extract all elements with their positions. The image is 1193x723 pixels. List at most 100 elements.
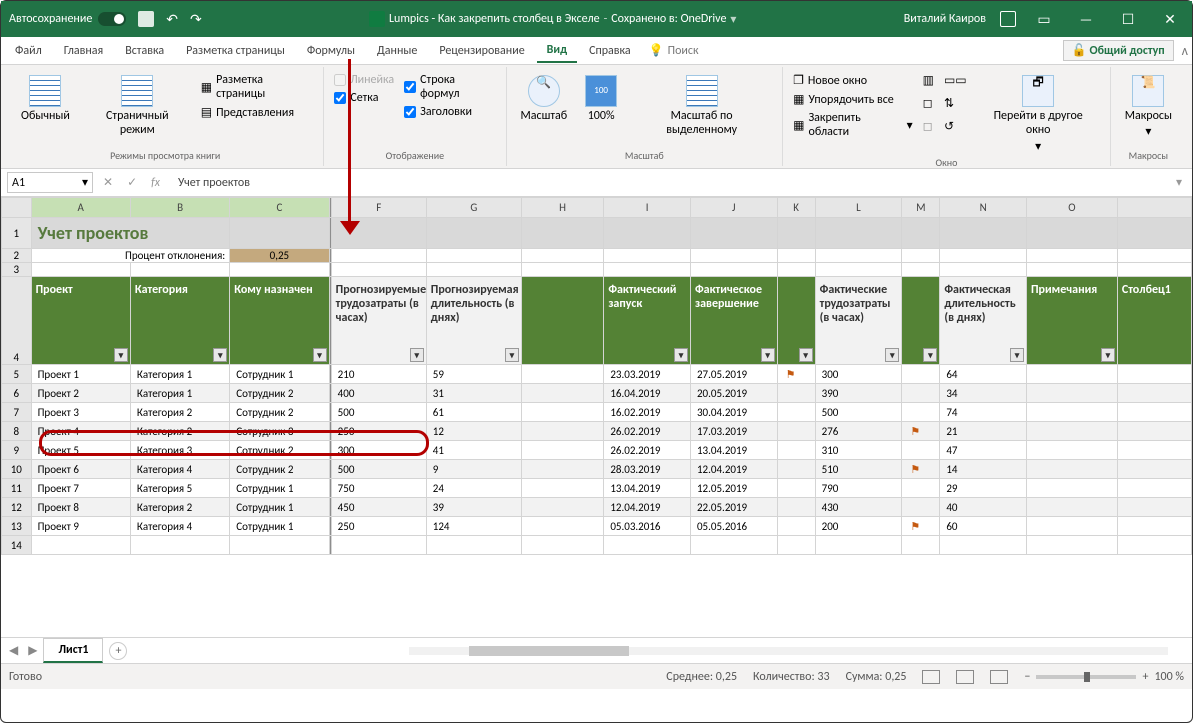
row-header-8[interactable]: 8 (2, 422, 32, 441)
col-header-G[interactable]: G (426, 198, 521, 218)
filter-icon[interactable]: ▾ (761, 348, 775, 362)
row-header-2[interactable]: 2 (2, 249, 32, 263)
row-header-4[interactable]: 4 (2, 277, 32, 365)
user-name[interactable]: Виталий Каиров (904, 12, 986, 26)
filter-icon[interactable]: ▾ (674, 348, 688, 362)
table-row[interactable]: 10Проект 6Категория 4Сотрудник 2500928.0… (2, 460, 1192, 479)
col-header-M[interactable]: M (902, 198, 940, 218)
sync-scroll-icon[interactable]: ⇅ (944, 96, 967, 111)
reset-pos-icon[interactable]: ↺ (944, 119, 967, 134)
share-button[interactable]: 🔓 Общий доступ (1063, 40, 1174, 61)
freeze-panes-button[interactable]: ▦Закрепить области▾ (793, 111, 912, 139)
row-header-6[interactable]: 6 (2, 384, 32, 403)
custom-views-button[interactable]: ▤Представления (201, 105, 314, 120)
tab-data[interactable]: Данные (367, 40, 427, 62)
tab-nav-prev-icon[interactable]: ◀ (5, 643, 22, 658)
spreadsheet[interactable]: A B C F G H I J K L M N O 1 Учет проекто… (1, 197, 1192, 637)
col-header-B[interactable]: B (130, 198, 229, 218)
title-cell[interactable]: Учет проектов (31, 218, 230, 249)
tab-review[interactable]: Рецензирование (429, 40, 534, 62)
zoom-in-button[interactable]: + (1142, 670, 1148, 684)
filter-icon[interactable]: ▾ (410, 348, 424, 362)
view-layout-icon[interactable] (956, 670, 974, 684)
ruler-checkbox[interactable] (334, 74, 346, 86)
row-header-3[interactable]: 3 (2, 263, 32, 277)
row-header-12[interactable]: 12 (2, 498, 32, 517)
view-pagebreak-icon[interactable] (990, 670, 1008, 684)
col-header-I[interactable]: I (604, 198, 691, 218)
formula-input[interactable]: Учет проектов (170, 176, 1166, 190)
h-scrollbar[interactable] (129, 643, 1188, 659)
zoom-value[interactable]: 100 % (1154, 670, 1184, 684)
col-header-N[interactable]: N (940, 198, 1027, 218)
ribbon-opts-icon[interactable]: ▭ (1030, 7, 1058, 31)
collapse-ribbon-icon[interactable]: ʌ (1182, 42, 1188, 59)
split-icon[interactable]: ▥ (923, 73, 934, 88)
zoom-button[interactable]: 🔍Масштаб (517, 73, 572, 125)
search-box[interactable]: 💡Поиск (649, 43, 699, 58)
add-sheet-button[interactable]: + (109, 642, 127, 660)
page-break-button[interactable]: Страничный режим (84, 73, 191, 140)
col-header-J[interactable]: J (690, 198, 777, 218)
tab-view[interactable]: Вид (537, 39, 577, 63)
col-header-A[interactable]: A (31, 198, 130, 218)
filter-icon[interactable]: ▾ (885, 348, 899, 362)
col-header-C[interactable]: C (230, 198, 329, 218)
pagelayout-view-button[interactable]: ▦Разметка страницы (201, 73, 314, 101)
table-row[interactable]: 12Проект 8Категория 2Сотрудник 14503912.… (2, 498, 1192, 517)
filter-icon[interactable]: ▾ (213, 348, 227, 362)
row-header-11[interactable]: 11 (2, 479, 32, 498)
arrange-button[interactable]: ▦Упорядочить все (793, 92, 912, 107)
filter-icon[interactable]: ▾ (1010, 348, 1024, 362)
filter-icon[interactable]: ▾ (505, 348, 519, 362)
filter-icon[interactable]: ▾ (313, 348, 327, 362)
sheet-tab-1[interactable]: Лист1 (43, 638, 103, 663)
tab-help[interactable]: Справка (579, 40, 641, 62)
zoom-100-button[interactable]: 100100% (581, 73, 621, 125)
grid-checkbox[interactable] (334, 92, 346, 104)
col-header-F[interactable]: F (331, 198, 426, 218)
view-normal-icon[interactable] (922, 670, 940, 684)
col-header-O[interactable]: O (1027, 198, 1118, 218)
tab-formulas[interactable]: Формулы (297, 40, 365, 62)
max-button[interactable]: ☐ (1114, 7, 1142, 31)
new-window-button[interactable]: ❐Новое окно (793, 73, 912, 88)
undo-icon[interactable]: ↶ (166, 11, 178, 28)
col-header-L[interactable]: L (815, 198, 902, 218)
normal-view-button[interactable]: Обычный (17, 73, 74, 125)
filter-icon[interactable]: ▾ (1101, 348, 1115, 362)
filter-icon[interactable]: ▾ (799, 348, 813, 362)
table-row[interactable]: 7Проект 3Категория 2Сотрудник 25006116.0… (2, 403, 1192, 422)
col-header-H[interactable]: H (521, 198, 603, 218)
row-header-1[interactable]: 1 (2, 218, 32, 249)
table-row[interactable]: 13Проект 9Категория 4Сотрудник 125012405… (2, 517, 1192, 536)
tab-nav-next-icon[interactable]: ▶ (24, 643, 41, 658)
zoom-selection-button[interactable]: Масштаб по выделенному (631, 73, 772, 140)
table-row[interactable]: 11Проект 7Категория 5Сотрудник 17502413.… (2, 479, 1192, 498)
zoom-slider[interactable] (1036, 675, 1136, 679)
row-header-10[interactable]: 10 (2, 460, 32, 479)
headings-checkbox[interactable] (404, 106, 416, 118)
pct-value[interactable]: 0,25 (230, 249, 329, 263)
row-header-14[interactable]: 14 (2, 536, 32, 555)
tab-home[interactable]: Главная (54, 40, 113, 62)
macros-button[interactable]: 📜Макросы▾ (1121, 73, 1176, 142)
name-box[interactable]: A1▾ (7, 172, 93, 193)
row-header-13[interactable]: 13 (2, 517, 32, 536)
col-header-K[interactable]: K (777, 198, 815, 218)
table-row[interactable]: 9Проект 5Категория 3Сотрудник 23004126.0… (2, 441, 1192, 460)
table-row[interactable]: 5Проект 1Категория 1Сотрудник 12105923.0… (2, 365, 1192, 384)
row-header-9[interactable]: 9 (2, 441, 32, 460)
autosave-toggle[interactable] (98, 12, 126, 26)
filter-icon[interactable]: ▾ (114, 348, 128, 362)
tab-file[interactable]: Файл (5, 40, 52, 62)
zoom-out-button[interactable]: − (1024, 670, 1030, 684)
fx-icon[interactable]: fx (147, 176, 164, 190)
side-by-side-icon[interactable]: ▭▭ (944, 73, 967, 88)
select-all-button[interactable] (2, 198, 32, 218)
switch-windows-button[interactable]: 🗗Перейти в другое окно▾ (977, 73, 1100, 156)
table-row[interactable]: 8Проект 4Категория 2Сотрудник 32501226.0… (2, 422, 1192, 441)
row-header-7[interactable]: 7 (2, 403, 32, 422)
user-avatar-icon[interactable] (1000, 11, 1016, 27)
redo-icon[interactable]: ↷ (190, 11, 202, 28)
